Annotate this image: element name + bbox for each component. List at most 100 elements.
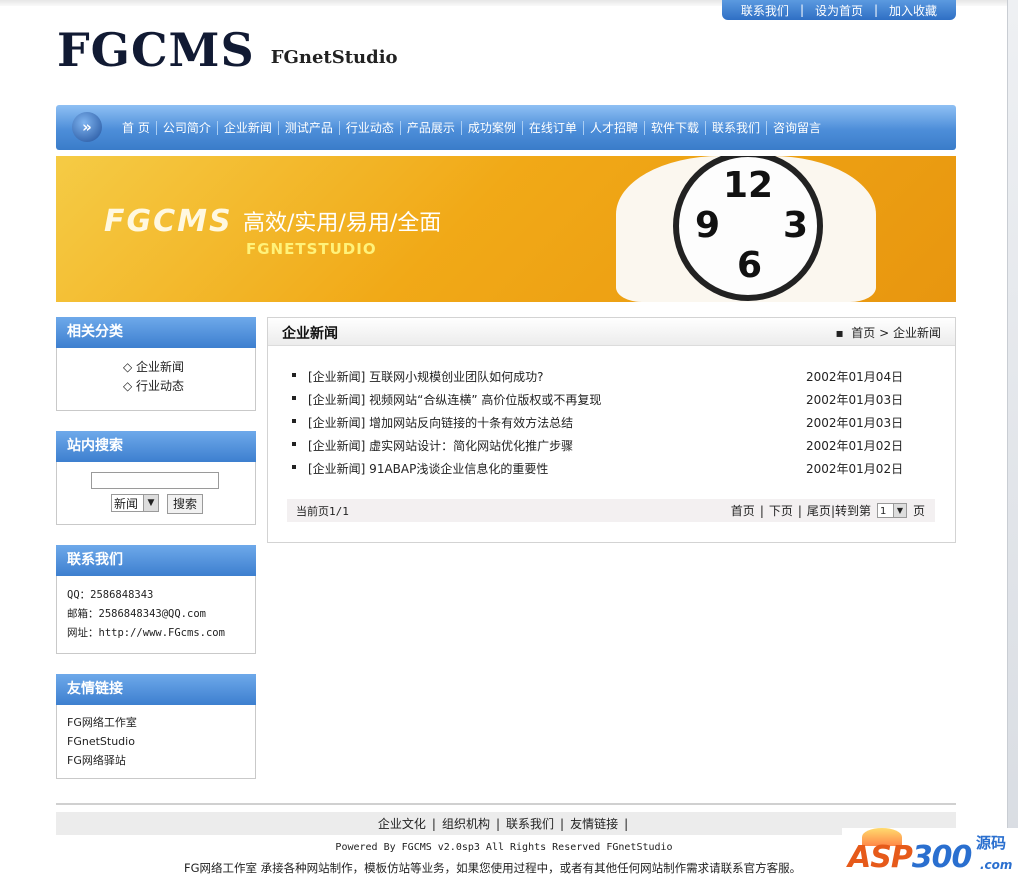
friend-link[interactable]: FGnetStudio: [67, 732, 245, 751]
news-title-link[interactable]: [企业新闻] 91ABAP浅谈企业信息化的重要性: [308, 460, 548, 477]
search-category-value: 新闻: [114, 497, 139, 511]
news-date: 2002年01月04日: [806, 370, 904, 384]
first-page-link[interactable]: 首页: [731, 502, 755, 519]
goto-label: |转到第: [830, 504, 871, 518]
news-date: 2002年01月02日: [806, 439, 904, 453]
separator: |: [624, 816, 629, 831]
breadcrumb-current[interactable]: 企业新闻: [893, 326, 941, 340]
news-title-link[interactable]: [企业新闻] 增加网站反向链接的十条有效方法总结: [308, 414, 573, 431]
news-title-link[interactable]: [企业新闻] 虚实网站设计：简化网站优化推广步骤: [308, 437, 573, 454]
breadcrumb-separator: >: [879, 326, 890, 340]
categories-title: 相关分类: [56, 317, 256, 348]
top-link-favorite[interactable]: 加入收藏: [889, 2, 937, 19]
hero-banner: FGCMS 高效/实用/易用/全面 FGNETSTUDIO 12 9 3 6: [56, 156, 956, 302]
bullet-icon: [292, 396, 296, 400]
nav-item-home[interactable]: 首 页: [116, 119, 156, 136]
footer-link-organization[interactable]: 组织机构: [442, 815, 490, 832]
separator: |: [799, 3, 804, 17]
news-title-link[interactable]: [企业新闻] 视频网站“合纵连横” 高价位版权或不再复现: [308, 391, 601, 408]
bullet-icon: [292, 465, 296, 469]
scrollbar[interactable]: [1007, 0, 1018, 882]
site-logo[interactable]: FGCMS FGnetStudio: [57, 24, 398, 76]
last-page-link[interactable]: 尾页: [807, 502, 831, 519]
search-category-select[interactable]: 新闻 ▼: [111, 494, 159, 512]
top-link-set-home[interactable]: 设为首页: [815, 2, 863, 19]
category-link-news[interactable]: ◇ 企业新闻: [123, 358, 255, 377]
page-status: 当前页1/1: [296, 505, 349, 518]
contact-qq: QQ：2586848343: [67, 589, 154, 601]
contact-email: 邮箱：2586848343@QQ.com: [67, 608, 206, 620]
banner-brand: FGCMS: [104, 204, 233, 239]
news-list: [企业新闻] 互联网小规模创业团队如何成功? 2002年01月04日 [企业新闻]…: [292, 366, 903, 481]
top-link-contact[interactable]: 联系我们: [741, 2, 789, 19]
breadcrumb-home[interactable]: 首页: [851, 326, 875, 340]
bullet-icon: [292, 442, 296, 446]
watermark-brand: ASP300: [848, 840, 973, 875]
friend-link[interactable]: FG网络工作室: [67, 713, 245, 732]
friend-links-title: 友情链接: [56, 674, 256, 705]
clock-number: 3: [783, 205, 809, 246]
footer-link-friends[interactable]: 友情链接: [570, 815, 618, 832]
separator: |: [431, 816, 436, 831]
main-nav: » 首 页 公司简介 企业新闻 测试产品 行业动态 产品展示 成功案例 在线订单…: [56, 105, 956, 150]
friend-link[interactable]: FG网络驿站: [67, 751, 245, 770]
clock-image: 12 9 3 6: [673, 156, 823, 301]
news-date: 2002年01月03日: [806, 393, 904, 407]
nav-item-jobs[interactable]: 人才招聘: [584, 119, 644, 136]
footer-nav: 企业文化 | 组织机构 | 联系我们 | 友情链接 |: [56, 812, 956, 835]
news-panel-title: 企业新闻: [282, 326, 338, 342]
contact-title: 联系我们: [56, 545, 256, 576]
breadcrumb: ▪ 首页 > 企业新闻: [835, 324, 941, 341]
page-select[interactable]: 1 ▼: [876, 503, 907, 518]
news-date: 2002年01月03日: [806, 416, 904, 430]
nav-item-about[interactable]: 公司简介: [157, 119, 217, 136]
list-item: [企业新闻] 91ABAP浅谈企业信息化的重要性 2002年01月02日: [292, 458, 903, 481]
separator: |: [874, 3, 879, 17]
watermark-brand-b: 300: [911, 840, 973, 875]
separator: |: [797, 503, 802, 518]
nav-item-cases[interactable]: 成功案例: [462, 119, 522, 136]
clock-number: 9: [695, 205, 721, 246]
nav-item-message[interactable]: 咨询留言: [767, 119, 827, 136]
list-item: [企业新闻] 增加网站反向链接的十条有效方法总结 2002年01月03日: [292, 412, 903, 435]
news-title-link[interactable]: [企业新闻] 互联网小规模创业团队如何成功?: [308, 368, 544, 385]
nav-item-test-products[interactable]: 测试产品: [279, 119, 339, 136]
list-item: [企业新闻] 虚实网站设计：简化网站优化推广步骤 2002年01月02日: [292, 435, 903, 458]
nav-item-products[interactable]: 产品展示: [401, 119, 461, 136]
nav-item-news[interactable]: 企业新闻: [218, 119, 278, 136]
clock-number: 6: [737, 245, 763, 286]
footer-note: FG网络工作室 承接各种网站制作，模板仿站等业务，如果您使用过程中，或者有其他任…: [184, 861, 802, 875]
footer-link-culture[interactable]: 企业文化: [378, 815, 426, 832]
watermark-brand-a: ASP: [848, 840, 913, 875]
separator: |: [560, 816, 565, 831]
nav-item-downloads[interactable]: 软件下载: [645, 119, 705, 136]
next-page-link[interactable]: 下页: [769, 502, 793, 519]
logo-subtitle: FGnetStudio: [270, 47, 398, 68]
watermark-com: .com: [980, 858, 1013, 872]
footer-link-contact[interactable]: 联系我们: [506, 815, 554, 832]
search-input[interactable]: [91, 472, 219, 489]
search-button[interactable]: 搜索: [167, 494, 203, 514]
nav-item-contact[interactable]: 联系我们: [706, 119, 766, 136]
news-date: 2002年01月02日: [806, 462, 904, 476]
top-links: 联系我们 | 设为首页 | 加入收藏: [722, 0, 956, 20]
logo-title: FGCMS: [57, 23, 255, 77]
categories-box: 相关分类 ◇ 企业新闻 ◇ 行业动态: [56, 317, 256, 411]
double-chevron-icon: »: [72, 112, 102, 142]
list-item: [企业新闻] 互联网小规模创业团队如何成功? 2002年01月04日: [292, 366, 903, 389]
watermark-logo: ASP300 源码 .com: [842, 828, 1018, 882]
bullet-icon: ▪: [835, 326, 844, 340]
nav-item-industry[interactable]: 行业动态: [340, 119, 400, 136]
search-title: 站内搜索: [56, 431, 256, 462]
separator: |: [759, 503, 764, 518]
page-select-value: 1: [879, 506, 887, 517]
category-link-industry[interactable]: ◇ 行业动态: [123, 377, 255, 396]
footer-divider: [56, 803, 956, 805]
friend-links-box: 友情链接 FG网络工作室 FGnetStudio FG网络驿站: [56, 674, 256, 779]
nav-item-orders[interactable]: 在线订单: [523, 119, 583, 136]
bullet-icon: [292, 373, 296, 377]
contact-website: 网址：http://www.FGcms.com: [67, 627, 225, 639]
chevron-down-icon: ▼: [892, 504, 906, 517]
bullet-icon: [292, 419, 296, 423]
chevron-down-icon: ▼: [143, 495, 158, 511]
